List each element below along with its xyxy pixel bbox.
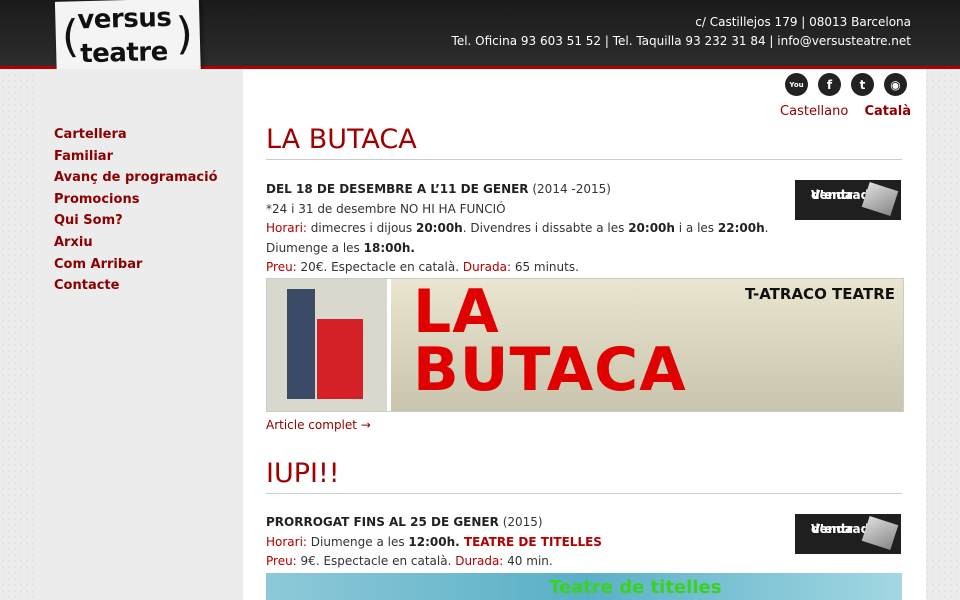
lang-catala[interactable]: Català	[864, 104, 911, 119]
ticket-icon	[861, 516, 899, 550]
nav-familiar[interactable]: Familiar	[54, 146, 218, 168]
twitter-icon[interactable]: t	[851, 73, 874, 96]
nav-avanc[interactable]: Avanç de programació	[54, 167, 218, 189]
nav-contacte[interactable]: Contacte	[54, 275, 218, 297]
main-nav: Cartellera Familiar Avanç de programació…	[54, 124, 218, 297]
logo-word-bottom: teatre	[79, 36, 169, 70]
nav-promocions[interactable]: Promocions	[54, 189, 218, 211]
event-dates: DEL 18 DE DESEMBRE A L’11 DE GENER	[266, 182, 529, 196]
event-info-2: PRORROGAT FINS AL 25 DE GENER (2015) Hor…	[266, 515, 602, 569]
divider	[266, 159, 902, 160]
banner-title: LA BUTACA	[413, 278, 687, 405]
phones[interactable]: Tel. Oficina 93 603 51 52 | Tel. Taquill…	[452, 32, 911, 51]
youtube-icon[interactable]: You	[785, 73, 808, 96]
banner-text: Teatre de titelles	[549, 577, 722, 598]
event-title-2[interactable]: IUPI!!	[266, 458, 340, 489]
logo-paren-right: )	[175, 8, 194, 60]
buy-tickets-button[interactable]: Venda d’entrades	[795, 180, 901, 220]
event-dates: PRORROGAT FINS AL 25 DE GENER	[266, 515, 499, 529]
event-banner-2[interactable]: Teatre de titelles	[266, 573, 902, 600]
actors-photo	[267, 279, 391, 411]
address: c/ Castillejos 179 | 08013 Barcelona	[695, 15, 911, 29]
divider	[266, 493, 902, 494]
nav-arxiu[interactable]: Arxiu	[54, 232, 218, 254]
ticket-icon	[861, 182, 899, 216]
event-title-1[interactable]: LA BUTACA	[266, 124, 417, 155]
event-note: *24 i 31 de desembre NO HI HA FUNCIÓ	[266, 201, 506, 216]
lang-castellano[interactable]: Castellano	[780, 104, 848, 119]
nav-com-arribar[interactable]: Com Arribar	[54, 254, 218, 276]
social-links: You f t ◉	[785, 73, 907, 96]
nav-cartellera[interactable]: Cartellera	[54, 124, 218, 146]
read-more-link[interactable]: Article complet →	[266, 418, 371, 432]
buy-tickets-button[interactable]: Venda d’entrades	[795, 514, 901, 554]
banner-company: T-ATRACO TEATRE	[744, 285, 895, 303]
actor-figure	[287, 289, 315, 399]
language-switch: Castellano Català	[780, 104, 911, 119]
event-banner-1[interactable]: LA BUTACA T-ATRACO TEATRE	[266, 278, 904, 412]
actor-figure	[317, 319, 363, 399]
facebook-icon[interactable]: f	[818, 73, 841, 96]
event-info-1: DEL 18 DE DESEMBRE A L’11 DE GENER (2014…	[266, 182, 769, 275]
contact-info: c/ Castillejos 179 | 08013 Barcelona Tel…	[452, 13, 911, 51]
logo-word-top: versus	[76, 2, 172, 36]
nav-qui-som[interactable]: Qui Som?	[54, 210, 218, 232]
rss-icon[interactable]: ◉	[884, 73, 907, 96]
